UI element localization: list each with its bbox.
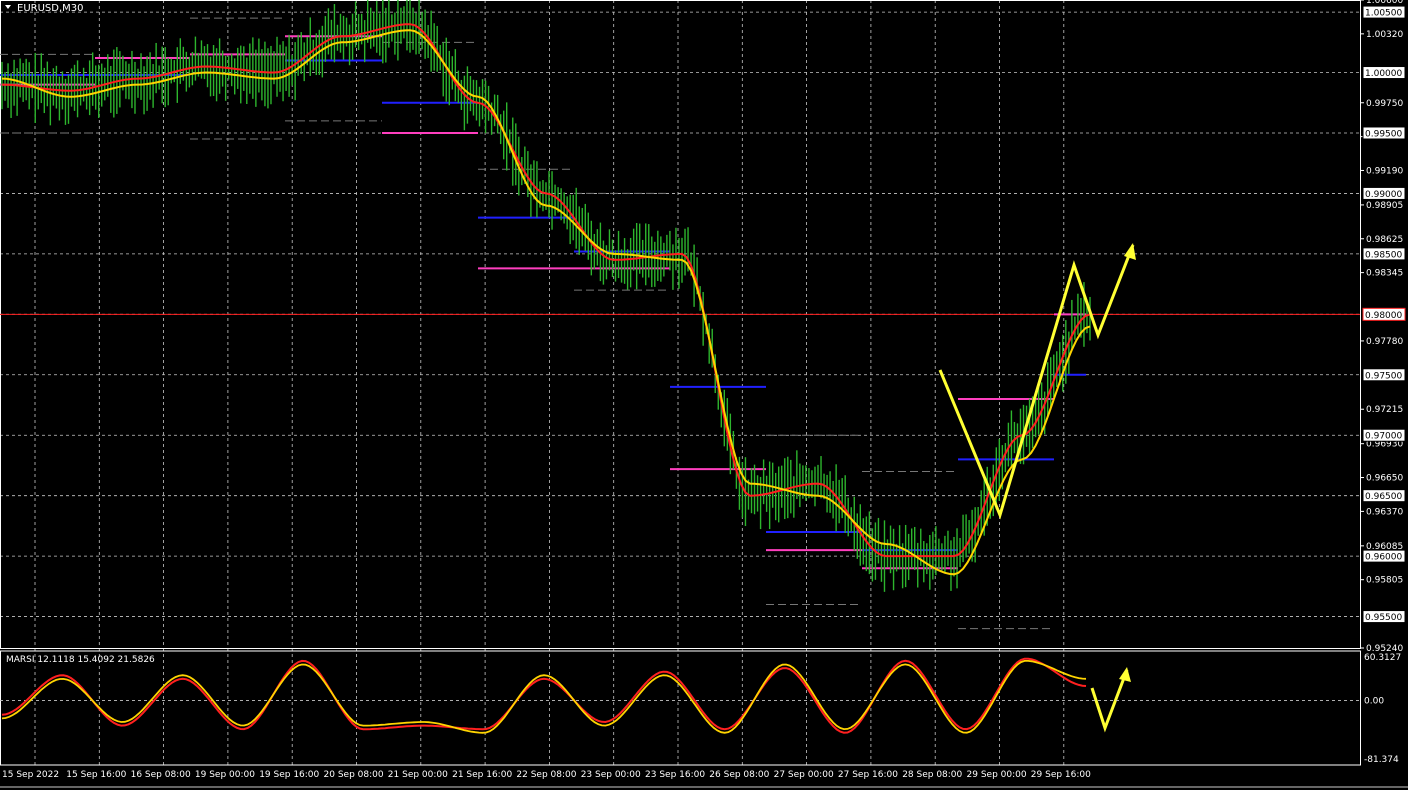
zigzag-annotation: [938, 244, 1135, 520]
indicator-line-1: [1, 657, 1087, 734]
x-tick-label: 19 Sep 00:00: [195, 770, 255, 780]
x-tick-label: 27 Sep 16:00: [838, 770, 898, 780]
dropdown-icon[interactable]: [5, 5, 11, 9]
time-axis: 15 Sep 2022 15 Sep 16:00 16 Sep 08:00 19 Se…: [0, 770, 1408, 788]
y-tick-label: 0.95805: [1366, 576, 1403, 586]
level-tag-label: 0.99500: [1365, 129, 1402, 139]
indicator-tick-label: 60.3127: [1364, 653, 1401, 663]
x-tick-label: 19 Sep 16:00: [259, 770, 319, 780]
horizontal-levels: [0, 17, 1086, 630]
x-tick-label: 22 Sep 08:00: [516, 770, 576, 780]
x-tick-label: 16 Sep 08:00: [131, 770, 191, 780]
main-panel-frame: [0, 0, 1361, 649]
x-tick-label: 28 Sep 08:00: [902, 770, 962, 780]
x-tick-label: 26 Sep 08:00: [709, 770, 769, 780]
level-tag-label: 1.00000: [1365, 69, 1402, 79]
chart-canvas: 1.006001.003200.997500.994700.991900.989…: [0, 0, 1408, 788]
y-tick-label: 0.98625: [1366, 235, 1403, 245]
annotations: [938, 243, 1136, 733]
price-axis: 1.006001.003200.997500.994700.991900.989…: [1360, 0, 1406, 654]
x-tick-label: 15 Sep 16:00: [66, 770, 126, 780]
x-tick-label: 29 Sep 16:00: [1031, 770, 1091, 780]
indicator-tick-label: -81.374: [1364, 755, 1399, 765]
x-tick-label: 23 Sep 16:00: [645, 770, 705, 780]
x-tick-label: 20 Sep 08:00: [324, 770, 384, 780]
indicator-panel: MARSI 12.1118 15.4092 21.5826 60.3127 0.00…: [0, 653, 1401, 765]
y-tick-label: 0.98345: [1366, 269, 1403, 279]
x-tick-label: 27 Sep 00:00: [774, 770, 834, 780]
x-tick-label: 21 Sep 00:00: [388, 770, 448, 780]
indicator-line-2: [1, 660, 1087, 734]
indicator-label: MARSI 12.1118 15.4092 21.5826: [6, 655, 155, 665]
price-bars: [1, 0, 1091, 592]
level-tag-label: 0.98500: [1365, 250, 1402, 260]
level-tag-label: 0.97500: [1365, 371, 1402, 381]
x-tick-label: 23 Sep 00:00: [581, 770, 641, 780]
y-tick-label: 0.96370: [1366, 507, 1403, 517]
y-tick-label: 0.99750: [1366, 99, 1403, 109]
x-tick-label: 29 Sep 00:00: [967, 770, 1027, 780]
y-tick-label: 0.96650: [1366, 474, 1403, 484]
y-tick-label: 0.97215: [1366, 405, 1403, 415]
chart-title: EURUSD,M30: [17, 3, 83, 14]
indicator-arrow-head-icon: [1119, 667, 1131, 682]
level-tag-label: 0.96500: [1365, 492, 1402, 502]
series-line-2: [1, 29, 1091, 576]
level-tag-label: 1.00500: [1365, 9, 1402, 19]
y-tick-label: 0.98905: [1366, 201, 1403, 211]
level-tag-label: 0.99000: [1365, 190, 1402, 200]
indicator-panel-frame: [0, 650, 1361, 766]
y-tick-label: 1.00320: [1366, 30, 1403, 40]
y-tick-label: 1.00600: [1366, 0, 1403, 6]
y-tick-label: 0.99190: [1366, 166, 1403, 176]
x-tick-label: 15 Sep 2022: [2, 770, 59, 780]
level-tag-label: 0.98000: [1365, 311, 1402, 321]
indicator-tick-label: 0.00: [1364, 696, 1384, 706]
level-tag-label: 0.97000: [1365, 432, 1402, 442]
level-tag-label: 0.96000: [1365, 553, 1402, 563]
x-tick-label: 21 Sep 16:00: [452, 770, 512, 780]
y-tick-label: 0.97780: [1366, 337, 1403, 347]
grid: [0, 0, 1361, 766]
level-tag-label: 0.95500: [1365, 613, 1402, 623]
